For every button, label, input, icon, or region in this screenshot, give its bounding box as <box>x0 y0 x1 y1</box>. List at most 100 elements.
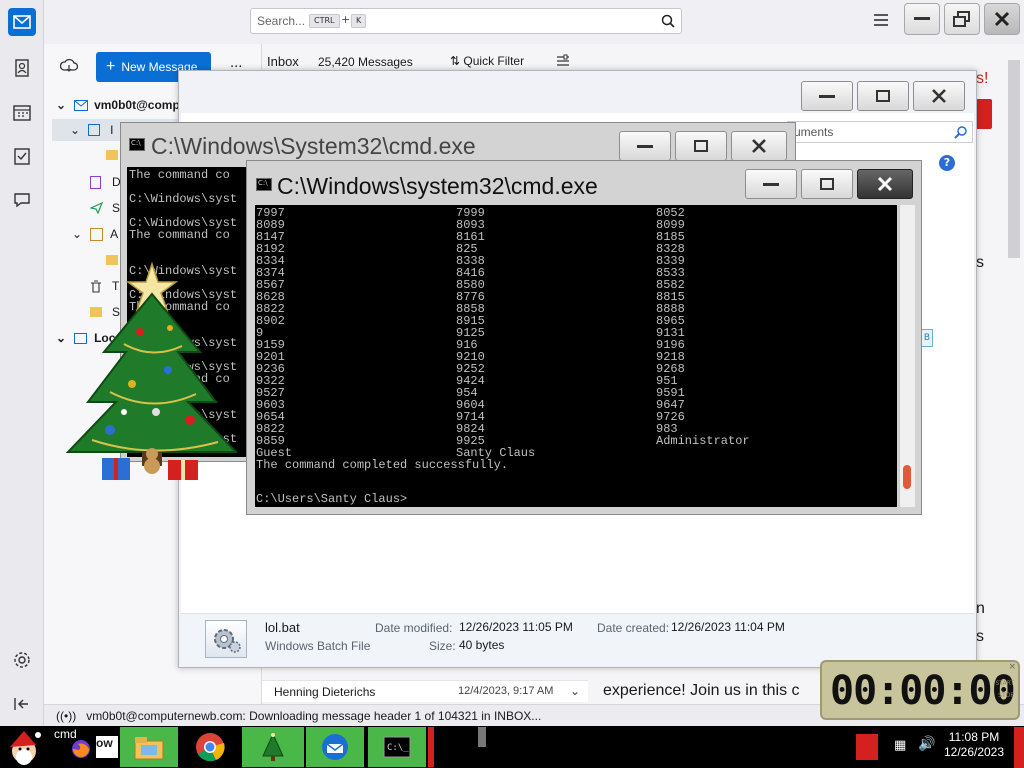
tb-close-button[interactable] <box>984 3 1020 35</box>
cmd-front-minimize-button[interactable] <box>745 169 797 199</box>
shortcut-plus: + <box>341 13 351 26</box>
net-user-row: 9236 9252 9268 <box>256 363 896 375</box>
tb-restore-button[interactable] <box>944 3 980 35</box>
volume-icon[interactable]: 🔊 <box>918 736 935 752</box>
tray-flag[interactable] <box>856 734 878 760</box>
message-count: 25,420 Messages <box>318 55 413 69</box>
folder-label: S <box>112 201 121 215</box>
explorer-maximize-button[interactable] <box>857 81 909 111</box>
task-cmd-icon[interactable]: C:\_ <box>368 727 426 767</box>
firefox-icon[interactable] <box>66 736 96 762</box>
status-text: vm0b0t@computernewb.com: Downloading mes… <box>86 708 542 723</box>
timer-stop-label[interactable]: STOP <box>998 692 1014 699</box>
timer-start-label[interactable]: START <box>995 680 1014 687</box>
search-hint: uments <box>794 125 834 139</box>
address-book-icon[interactable] <box>8 54 36 82</box>
folder-pane-more-button[interactable]: ... <box>230 56 242 71</box>
account-row[interactable]: ⌄ vm0b0t@compute <box>56 94 198 116</box>
task-christmas-tree-icon[interactable] <box>242 727 304 767</box>
cmd-window-front: C:\ C:\Windows\system32\cmd.exe 7997 7999… <box>246 160 922 515</box>
net-user-row: 9527 954 9591 <box>256 387 896 399</box>
command-prompt[interactable]: C:\Users\Santy Claus> <box>256 493 407 505</box>
countdown-timer-gadget[interactable]: 00:00:00 START STOP × <box>820 660 1020 720</box>
file-type: Windows Batch File <box>265 639 371 653</box>
christmas-tree-gadget[interactable] <box>40 252 250 492</box>
drafts-icon <box>90 175 101 189</box>
cmd-back-title: C:\Windows\System32\cmd.exe <box>151 133 476 159</box>
message-row[interactable]: Henning Dieterichs 12/4/2023, 9:17 AM ⌄ <box>262 680 588 702</box>
chat-icon[interactable] <box>8 186 36 214</box>
timer-display: 00:00:00 <box>830 668 1016 714</box>
spaces-toolbar <box>0 0 44 726</box>
folder-drafts[interactable]: D <box>90 171 121 193</box>
folder-archives[interactable]: ⌄ A <box>72 223 118 245</box>
net-user-row: 9859 9925 Administrator <box>256 435 896 447</box>
net-user-row: 8902 8915 8965 <box>256 315 896 327</box>
clock-time: 11:08 PM <box>948 730 1000 744</box>
message-date: 12/4/2023, 9:17 AM <box>458 685 554 697</box>
chevron-down-icon: ⌄ <box>570 684 581 698</box>
quick-filter-label: Quick Filter <box>463 54 525 68</box>
start-button-santa-icon[interactable] <box>0 727 48 767</box>
settings-gear-icon[interactable] <box>8 646 36 674</box>
display-options-icon[interactable] <box>556 54 570 68</box>
date-created-label: Date created: <box>597 621 670 635</box>
reading-fragment: n <box>976 600 985 617</box>
cmd-back-maximize-button[interactable] <box>675 131 727 161</box>
cmd-scrollbar[interactable] <box>899 205 915 507</box>
cmd-front-close-button[interactable] <box>857 169 913 199</box>
net-user-row: 8334 8338 8339 <box>256 255 896 267</box>
search-placeholder: Search... <box>257 14 306 28</box>
app-menu-icon[interactable] <box>874 14 890 28</box>
quick-filter-button[interactable]: ⇅ Quick Filter <box>450 54 524 68</box>
collapse-spaces-icon[interactable] <box>8 690 36 718</box>
mail-icon[interactable] <box>8 8 36 36</box>
chevron-down-icon: ⌄ <box>70 123 81 137</box>
net-user-row: 9201 9210 9218 <box>256 351 896 363</box>
tasks-icon[interactable] <box>8 142 36 170</box>
cmd-front-maximize-button[interactable] <box>801 169 853 199</box>
cmd-app-icon: C:\ <box>129 138 145 151</box>
net-user-row: 8147 8161 8185 <box>256 231 896 243</box>
network-icon[interactable]: ▦ <box>894 738 906 753</box>
timer-close-icon[interactable]: × <box>1008 662 1016 672</box>
cmd-back-close-button[interactable] <box>731 131 787 161</box>
reading-scrollbar[interactable] <box>1008 60 1020 258</box>
net-user-row: 9159 916 9196 <box>256 339 896 351</box>
taskbar-clock[interactable]: 11:08 PM 12/26/2023 <box>938 730 1010 764</box>
net-user-cell: Administrator <box>656 434 750 448</box>
tb-minimize-button[interactable] <box>904 3 940 35</box>
get-messages-icon[interactable] <box>60 58 78 74</box>
online-status-icon[interactable]: ((•)) <box>56 709 76 723</box>
show-desktop-strip[interactable] <box>1014 727 1024 768</box>
size-label: Size: <box>429 639 456 653</box>
calendar-icon[interactable] <box>8 98 36 126</box>
net-user-row: 9322 9424 951 <box>256 375 896 387</box>
task-separator <box>428 727 434 767</box>
thunderbird-icon[interactable] <box>306 727 364 767</box>
chrome-icon[interactable] <box>188 727 232 767</box>
task-show-desktop[interactable]: ow <box>96 736 118 758</box>
explorer-search-input[interactable]: uments <box>787 121 973 143</box>
cmd-scrollbar-thumb[interactable] <box>903 465 911 489</box>
cmd-back-minimize-button[interactable] <box>619 131 671 161</box>
explorer-close-button[interactable] <box>913 81 965 111</box>
file-name: lol.bat <box>265 620 300 635</box>
plus-icon: + <box>106 58 116 75</box>
folder-sent[interactable]: S <box>90 197 120 219</box>
date-created-value: 12/26/2023 11:04 PM <box>671 620 785 634</box>
global-search-input[interactable]: Search... CTRL + K <box>250 8 682 34</box>
folder-icon <box>106 150 118 160</box>
cmd-front-output[interactable]: 7997 7999 8052 8089 8093 8099 8147 8161 8185 8192… <box>255 205 897 507</box>
message-sender: Henning Dieterichs <box>274 685 376 699</box>
chevron-down-icon: ⌄ <box>72 227 83 241</box>
file-explorer-icon[interactable] <box>120 727 178 767</box>
help-icon[interactable]: ? <box>939 155 955 171</box>
explorer-minimize-button[interactable] <box>801 81 853 111</box>
net-user-row: 8192 825 8328 <box>256 243 896 255</box>
chevron-down-icon: ⌄ <box>56 98 67 112</box>
shortcut-k: K <box>351 14 367 28</box>
net-user-row: 8374 8416 8533 <box>256 267 896 279</box>
date-modified-label: Date modified: <box>375 621 453 635</box>
archive-icon <box>90 227 104 241</box>
